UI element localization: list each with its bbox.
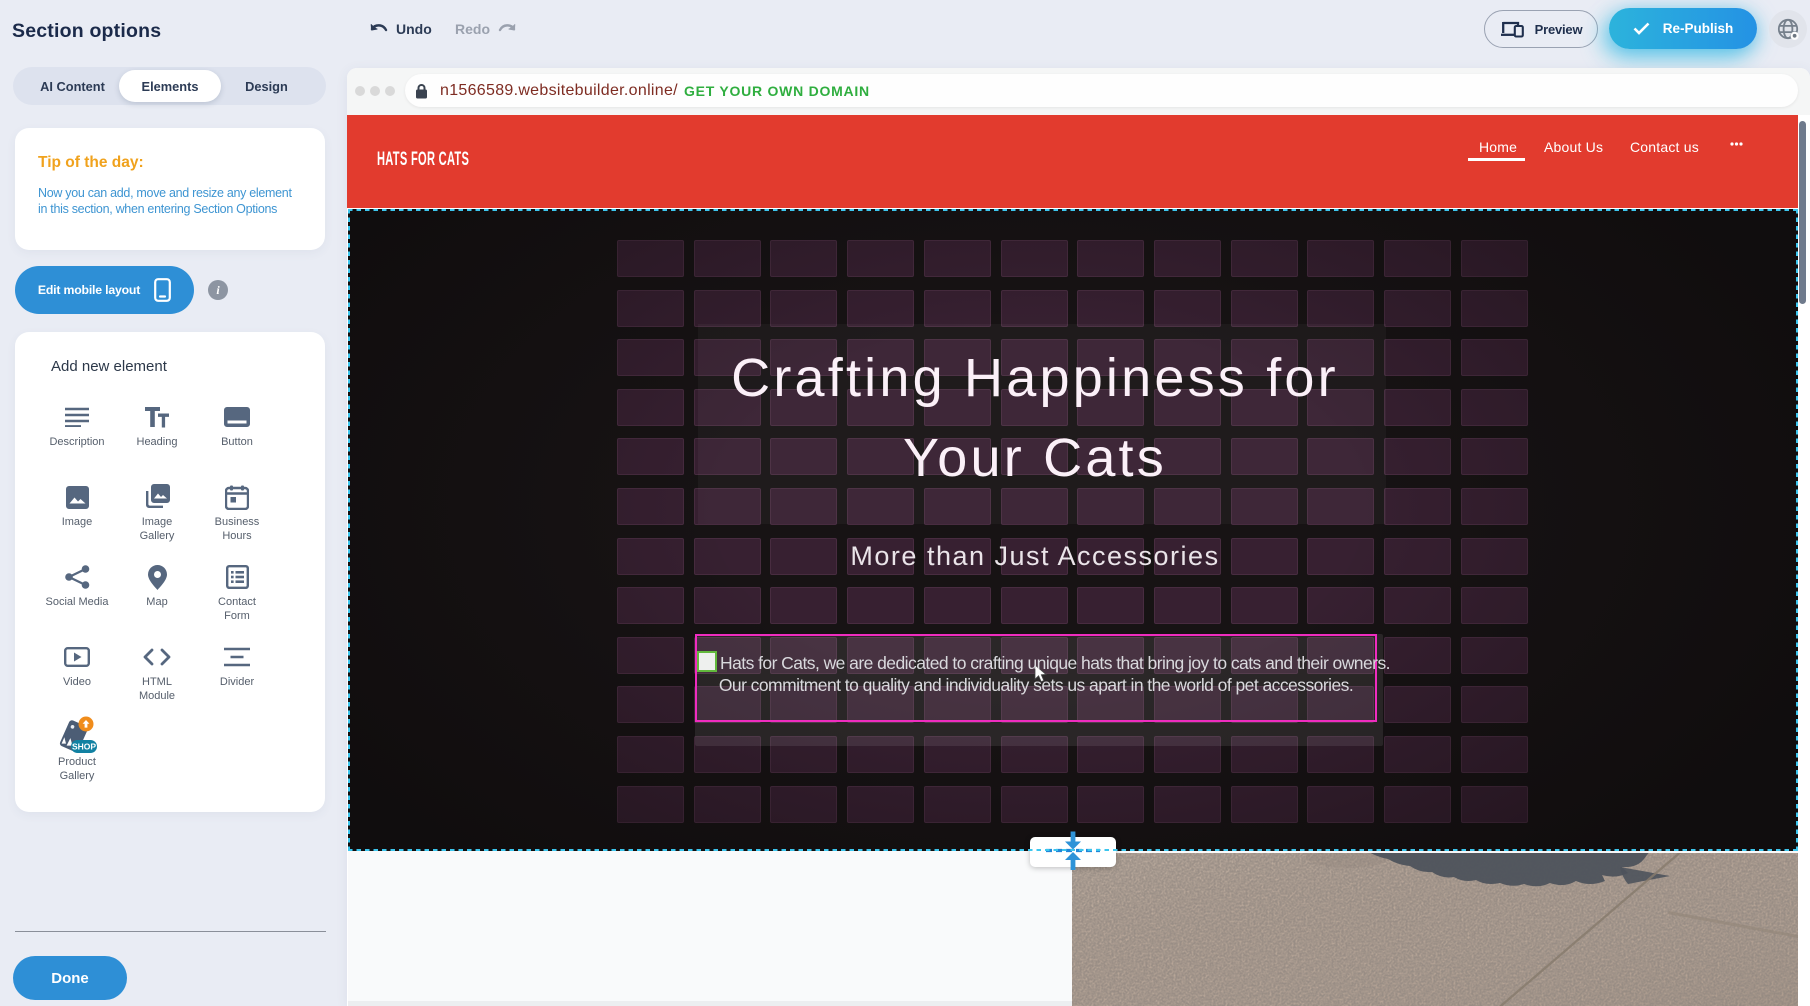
svg-text:SHOP: SHOP [72, 742, 96, 752]
